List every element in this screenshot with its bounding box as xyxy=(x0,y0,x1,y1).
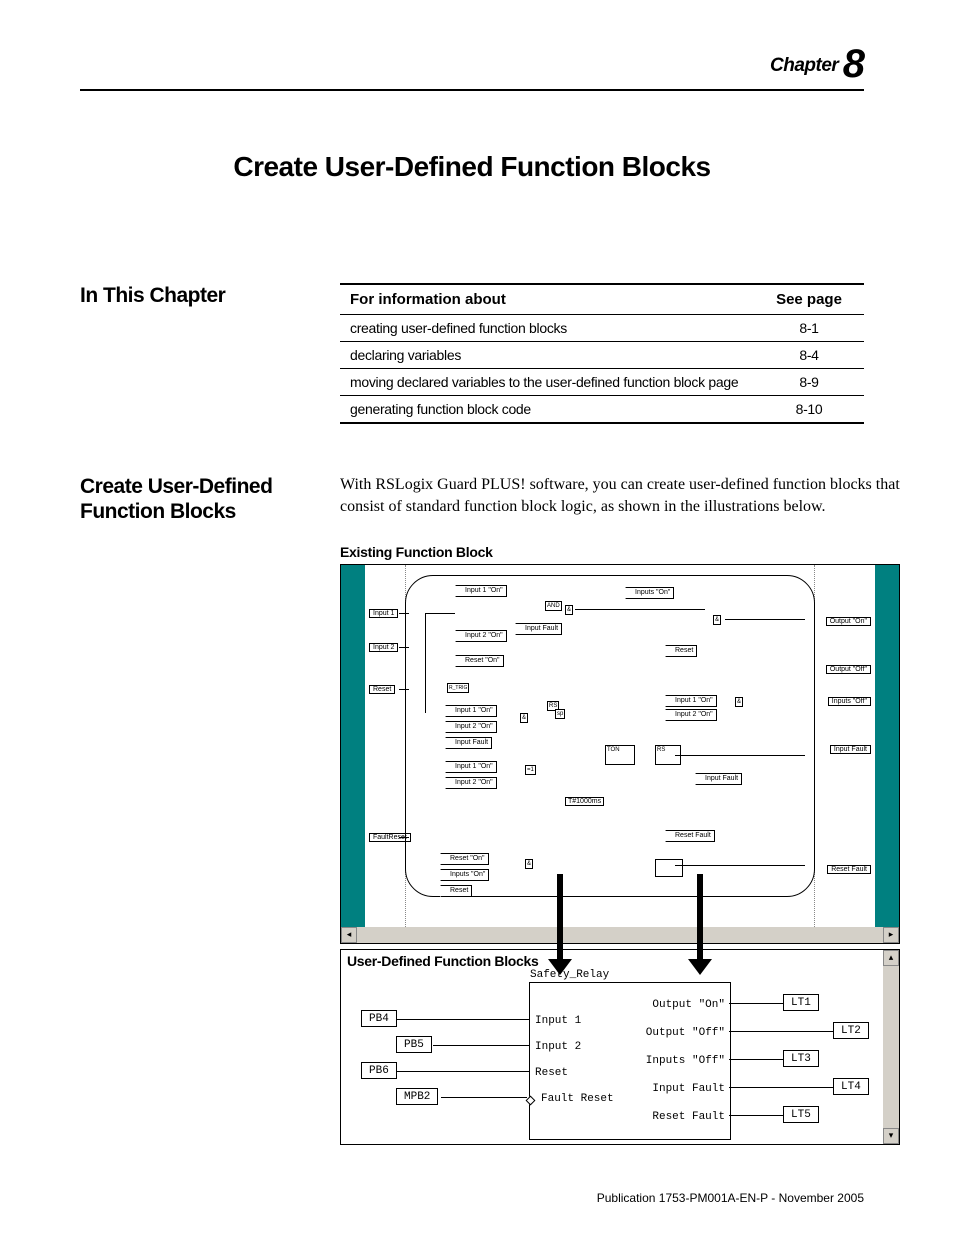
flag: Input 2 "On" xyxy=(445,777,497,789)
io-lt3: LT3 xyxy=(783,1050,819,1067)
io-pb6: PB6 xyxy=(361,1062,397,1079)
flag: Input Fault xyxy=(445,737,492,749)
chip: & xyxy=(525,859,533,869)
io-lt2: LT2 xyxy=(833,1022,869,1039)
term-output-off: Output "Off" xyxy=(826,665,871,674)
chip-amp: & xyxy=(565,605,573,615)
flag: Input Fault xyxy=(515,623,562,635)
section-head-create-udf: Create User-Defined Function Blocks xyxy=(80,474,310,524)
io-pb4: PB4 xyxy=(361,1010,397,1027)
section-head-in-this-chapter: In This Chapter xyxy=(80,283,310,308)
flag: Inputs "On" xyxy=(625,587,674,599)
io-lt5: LT5 xyxy=(783,1106,819,1123)
flag: Input 2 "On" xyxy=(445,721,497,733)
chip xyxy=(655,859,683,877)
udf-block: Safety_Relay Input 1 Input 2 Reset Fault… xyxy=(529,982,731,1140)
udf-port-out: Reset Fault xyxy=(652,1111,725,1123)
timer-const: T#1000ms xyxy=(565,797,604,806)
term-inputs-off: Inputs "Off" xyxy=(828,697,871,706)
figure-caption-existing: Existing Function Block xyxy=(340,544,900,560)
figure-caption-udf: User-Defined Function Blocks xyxy=(347,953,539,969)
body-text: With RSLogix Guard PLUS! software, you c… xyxy=(340,474,900,519)
io-lt1: LT1 xyxy=(783,994,819,1011)
chapter-word: Chapter xyxy=(770,55,838,76)
toc-head-page: See page xyxy=(754,284,864,315)
udf-port-out: Input Fault xyxy=(652,1083,725,1095)
io-mpb2: MPB2 xyxy=(396,1088,438,1105)
udf-port-in: Fault Reset xyxy=(535,1093,614,1105)
udf-port-out: Output "Off" xyxy=(646,1027,725,1039)
chip: & xyxy=(520,713,528,723)
chapter-header: Chapter 8 xyxy=(80,42,864,87)
toc-row: creating user-defined function blocks8-1 xyxy=(340,315,864,342)
flag: Inputs "On" xyxy=(440,869,489,881)
flag: Reset Fault xyxy=(665,830,715,842)
chapter-number: 8 xyxy=(843,42,864,86)
flag-reset2: Reset xyxy=(440,885,472,897)
term-input1: Input 1 xyxy=(369,609,398,618)
flag: Input Fault xyxy=(695,773,742,785)
scroll-right-icon[interactable]: ▸ xyxy=(883,927,899,943)
toc-row: declaring variables8-4 xyxy=(340,342,864,369)
scroll-left-icon[interactable]: ◂ xyxy=(341,927,357,943)
flag-reset: Reset xyxy=(665,645,697,657)
term-reset: Reset xyxy=(369,685,395,694)
chip-and: AND xyxy=(545,601,562,611)
toc-row: moving declared variables to the user-de… xyxy=(340,369,864,396)
scroll-up-icon[interactable]: ▴ xyxy=(883,950,899,966)
flag: Input 2 "On" xyxy=(455,630,507,642)
udf-port-in: Input 1 xyxy=(535,1015,581,1027)
flag: Input 2 "On" xyxy=(665,709,717,721)
flag: Input 1 "On" xyxy=(445,761,497,773)
udf-port-out: Inputs "Off" xyxy=(646,1055,725,1067)
chip: & xyxy=(713,615,721,625)
chip: & xyxy=(735,697,743,707)
negation-icon xyxy=(526,1095,536,1105)
flag: Input 1 "On" xyxy=(455,585,507,597)
udf-port-in: Input 2 xyxy=(535,1041,581,1053)
term-reset-fault: Reset Fault xyxy=(827,865,871,874)
udf-port-in: Reset xyxy=(535,1067,568,1079)
term-input2: Input 2 xyxy=(369,643,398,652)
scrollbar-vertical[interactable]: ▴ ▾ xyxy=(883,950,899,1144)
flag: Reset "On" xyxy=(455,655,504,667)
scrollbar-horizontal[interactable]: ◂ ▸ xyxy=(341,927,899,943)
scroll-down-icon[interactable]: ▾ xyxy=(883,1128,899,1144)
chip: =1 xyxy=(525,765,536,775)
udf-block-title: Safety_Relay xyxy=(530,969,609,981)
toc-head-info: For information about xyxy=(340,284,754,315)
page-title: Create User-Defined Function Blocks xyxy=(80,151,864,183)
toc-table: For information about See page creating … xyxy=(340,283,864,424)
existing-fb-window: Input 1 Input 2 Reset Fault Reset Output … xyxy=(340,564,900,944)
header-rule xyxy=(80,89,864,91)
chip-sp: sp xyxy=(555,709,565,719)
udf-port-out: Output "On" xyxy=(652,999,725,1011)
toc-row: generating function block code8-10 xyxy=(340,396,864,424)
publication-footer: Publication 1753-PM001A-EN-P - November … xyxy=(597,1191,864,1205)
flag: Reset "On" xyxy=(440,853,489,865)
chip-ton: TON xyxy=(605,745,635,765)
io-lt4: LT4 xyxy=(833,1078,869,1095)
flag: Input 1 "On" xyxy=(665,695,717,707)
io-pb5: PB5 xyxy=(396,1036,432,1053)
chip-rtrig: R_TRIG xyxy=(447,683,469,693)
udf-window: User-Defined Function Blocks ▴ ▾ Safety_… xyxy=(340,949,900,1145)
term-output-on: Output "On" xyxy=(826,617,871,626)
flag: Input 1 "On" xyxy=(445,705,497,717)
term-input-fault: Input Fault xyxy=(830,745,871,754)
